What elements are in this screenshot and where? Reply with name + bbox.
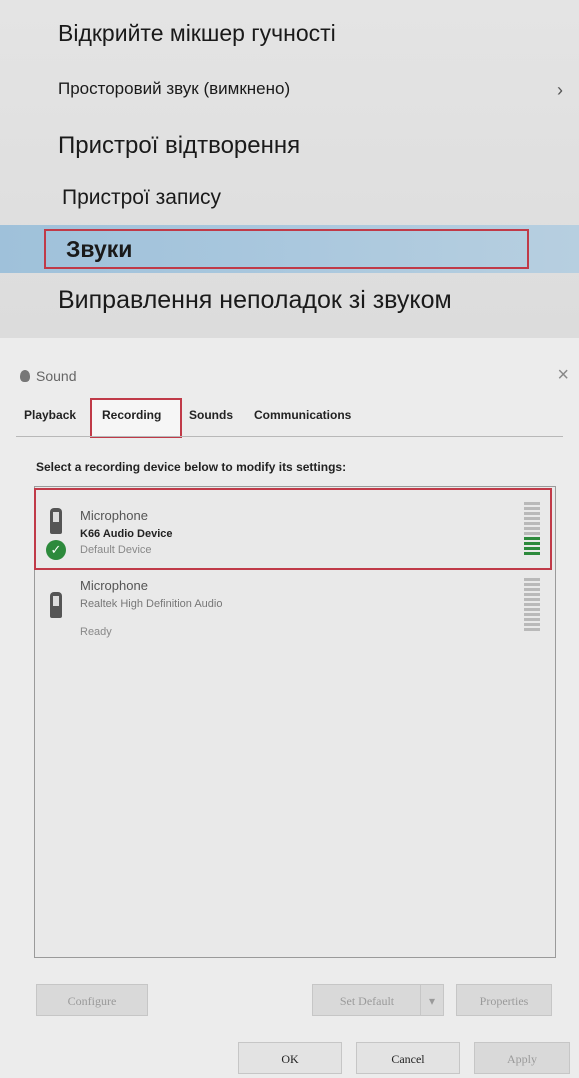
set-default-button[interactable]: Set Default: [312, 984, 422, 1016]
device-1-name[interactable]: Microphone: [80, 508, 148, 523]
set-default-dropdown-icon[interactable]: ▾: [420, 984, 444, 1016]
device-1-driver: K66 Audio Device: [80, 528, 173, 540]
configure-button[interactable]: Configure: [36, 984, 148, 1016]
context-menu: Відкрийте мікшер гучності Просторовий зв…: [0, 0, 579, 338]
level-meter-device-2: [524, 578, 540, 633]
apply-button[interactable]: Apply: [474, 1042, 570, 1074]
device-2-status: Ready: [80, 626, 112, 638]
tab-playback[interactable]: Playback: [24, 408, 76, 422]
dialog-title: Sound: [20, 368, 76, 384]
device-2-name[interactable]: Microphone: [80, 578, 148, 593]
tab-communications[interactable]: Communications: [254, 408, 351, 422]
menu-item-spatial-sound[interactable]: Просторовий звук (вимкнено): [58, 79, 290, 99]
menu-item-playback-devices[interactable]: Пристрої відтворення: [58, 132, 300, 160]
device-1-status: Default Device: [80, 544, 152, 556]
level-meter-device-1: [524, 502, 540, 557]
device-2-driver: Realtek High Definition Audio: [80, 598, 223, 610]
default-check-icon: ✓: [46, 540, 66, 560]
menu-item-troubleshoot-sound[interactable]: Виправлення неполадок зі звуком: [58, 286, 452, 315]
microphone-icon: [50, 592, 62, 618]
properties-button[interactable]: Properties: [456, 984, 552, 1016]
tab-sounds[interactable]: Sounds: [189, 408, 233, 422]
menu-item-recording-devices[interactable]: Пристрої запису: [62, 186, 221, 210]
instruction-text: Select a recording device below to modif…: [36, 460, 347, 474]
ok-button[interactable]: OK: [238, 1042, 342, 1074]
tab-recording[interactable]: Recording: [102, 408, 161, 422]
cancel-button[interactable]: Cancel: [356, 1042, 460, 1074]
menu-item-sounds[interactable]: Звуки: [66, 236, 132, 263]
tab-divider: [16, 436, 563, 437]
microphone-icon: [50, 508, 62, 534]
close-icon[interactable]: ×: [557, 364, 569, 387]
menu-item-open-volume-mixer[interactable]: Відкрийте мікшер гучності: [58, 20, 336, 47]
chevron-right-icon: ›: [557, 80, 563, 100]
speaker-icon: [20, 370, 30, 382]
